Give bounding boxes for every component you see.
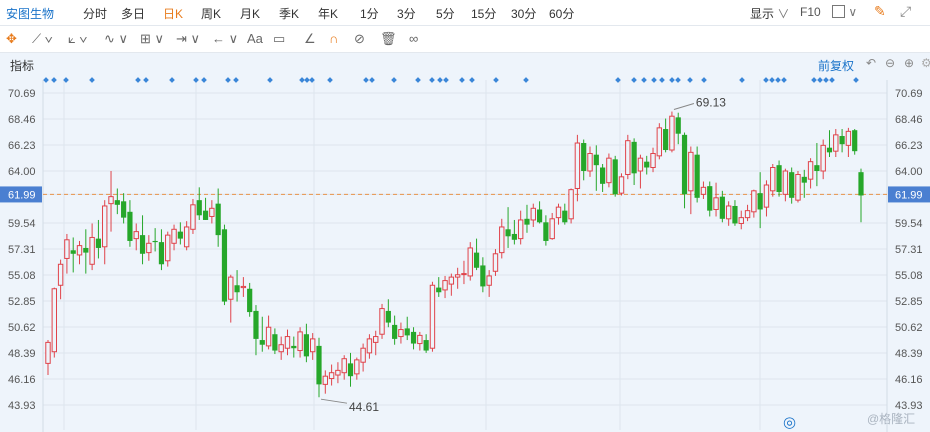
target-icon[interactable]: ◎ bbox=[783, 413, 796, 431]
f10-button[interactable]: F10 bbox=[800, 5, 821, 19]
settings-icon[interactable]: ⚙ bbox=[921, 56, 930, 70]
drawing-toolbar: ✥ ⟋ ∨ ⟀ ∨ ∿ ∨ ⊞ ∨ ⇥ ∨ ← ∨ Aa ▭ ∠ ∩ ⊘ 🗑 ∞ bbox=[0, 26, 930, 53]
arrow-tool-icon[interactable]: ← ∨ bbox=[212, 30, 238, 48]
layout-dropdown[interactable]: ∨ bbox=[832, 5, 857, 19]
expand-icon[interactable]: ⤢ bbox=[900, 3, 911, 20]
period-tab[interactable]: 月K bbox=[240, 5, 260, 22]
hide-icon[interactable]: ⊘ bbox=[354, 30, 365, 48]
magnet-icon[interactable]: ∩ bbox=[329, 30, 338, 48]
measure-tool-icon[interactable]: ⇥ ∨ bbox=[176, 30, 200, 48]
period-tab[interactable]: 60分 bbox=[549, 5, 574, 22]
period-tab[interactable]: 多日 bbox=[121, 5, 145, 22]
period-tab[interactable]: 5分 bbox=[436, 5, 455, 22]
trash-icon[interactable]: 🗑 bbox=[380, 30, 397, 48]
period-tab[interactable]: 30分 bbox=[511, 5, 536, 22]
watermark: @格隆汇 bbox=[867, 412, 916, 426]
eraser-icon[interactable]: ∠ bbox=[304, 30, 316, 48]
comment-icon[interactable]: ▭ bbox=[273, 30, 285, 48]
zoom-in-icon[interactable]: ⊕ bbox=[904, 56, 914, 70]
text-tool[interactable]: Aa bbox=[247, 30, 263, 48]
period-tab[interactable]: 季K bbox=[279, 5, 299, 22]
stock-name[interactable]: 安图生物 bbox=[6, 5, 54, 22]
pencil-icon[interactable]: ✎ bbox=[874, 3, 886, 20]
period-tab[interactable]: 周K bbox=[201, 5, 221, 22]
wave-tool-icon[interactable]: ∿ ∨ bbox=[104, 30, 128, 48]
channel-tool-icon[interactable]: ⊞ ∨ bbox=[140, 30, 164, 48]
period-tab[interactable]: 年K bbox=[318, 5, 338, 22]
period-tab[interactable]: 3分 bbox=[397, 5, 416, 22]
period-tab[interactable]: 1分 bbox=[360, 5, 379, 22]
period-bar: 安图生物 分时 多日 日K 周K 月K 季K 年K 1分 3分 5分 15分 3… bbox=[0, 0, 930, 26]
undo-icon[interactable]: ↶ bbox=[866, 56, 876, 70]
display-dropdown[interactable]: 显示 ∨ bbox=[750, 5, 789, 22]
period-tab-active[interactable]: 日K bbox=[163, 5, 183, 22]
line-tool-icon[interactable]: ⟋ ∨ bbox=[32, 30, 53, 48]
zoom-out-icon[interactable]: ⊖ bbox=[885, 56, 895, 70]
ray-tool-icon[interactable]: ⟀ ∨ bbox=[68, 30, 87, 48]
display-label: 显示 bbox=[750, 7, 775, 21]
crosshair-icon[interactable]: ✥ bbox=[6, 30, 17, 48]
period-tab[interactable]: 15分 bbox=[471, 5, 496, 22]
period-tab[interactable]: 分时 bbox=[83, 5, 107, 22]
square-icon bbox=[832, 5, 845, 18]
indicator-label[interactable]: 指标 bbox=[10, 57, 34, 74]
link-icon[interactable]: ∞ bbox=[409, 30, 418, 48]
chevron-down-icon: ∨ bbox=[845, 5, 858, 19]
chart-area[interactable]: 指标 前复权 ↶ ⊖ ⊕ ⚙ @格隆汇 ◎ bbox=[0, 53, 930, 432]
adjust-dropdown[interactable]: 前复权 bbox=[818, 57, 854, 74]
chevron-down-icon: ∨ bbox=[774, 7, 790, 21]
